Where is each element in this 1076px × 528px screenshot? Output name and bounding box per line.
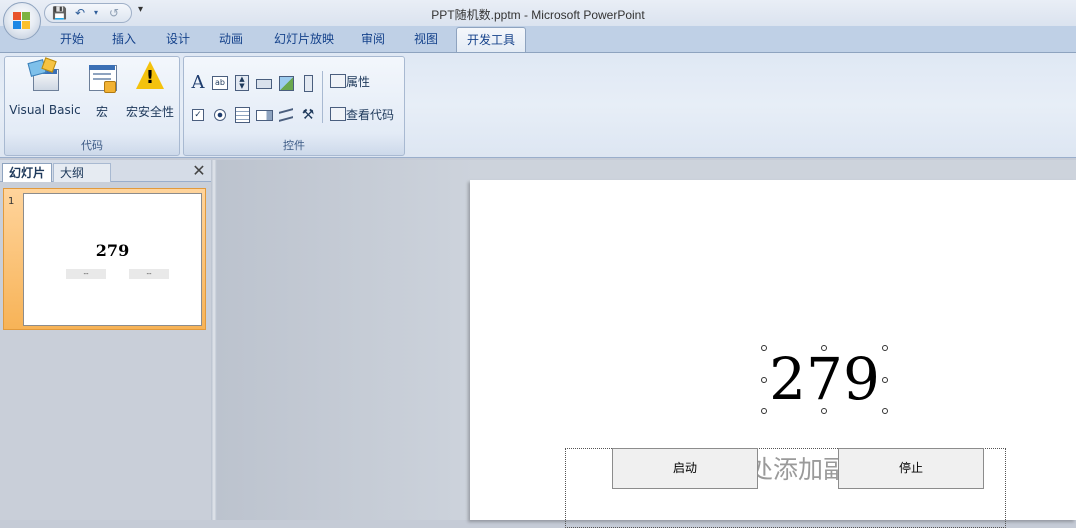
macros-icon bbox=[86, 61, 118, 93]
textbox-control-icon[interactable]: ab bbox=[211, 74, 229, 92]
tab-animations[interactable]: 动画 bbox=[209, 26, 253, 52]
thumbnail-number: 279 bbox=[95, 241, 130, 260]
tab-view[interactable]: 视图 bbox=[404, 26, 448, 52]
tab-outline[interactable]: 大纲 bbox=[53, 163, 111, 182]
resize-handle-bottom-left[interactable] bbox=[761, 408, 767, 414]
undo-dropdown-icon[interactable]: ▾ bbox=[89, 6, 103, 20]
image-control-icon[interactable] bbox=[277, 74, 295, 92]
stop-button[interactable]: 停止 bbox=[838, 448, 984, 489]
resize-handle-right[interactable] bbox=[882, 377, 888, 383]
tab-slideshow[interactable]: 幻灯片放映 bbox=[264, 26, 344, 52]
pane-tabs: 幻灯片 大纲 bbox=[0, 160, 212, 182]
thumbnail-stop-button: -- bbox=[129, 269, 169, 279]
code-group-label: 代码 bbox=[81, 139, 103, 152]
start-button[interactable]: 启动 bbox=[612, 448, 758, 489]
more-controls-icon[interactable]: ⚒ bbox=[299, 106, 317, 124]
window-title: PPT随机数.pptm - Microsoft PowerPoint bbox=[431, 8, 645, 22]
scrollbar-control-icon[interactable] bbox=[299, 74, 317, 92]
controls-group-label: 控件 bbox=[283, 139, 305, 152]
macro-security-button[interactable]: ! 宏安全性 bbox=[123, 61, 177, 121]
checkbox-control-icon[interactable]: ✓ bbox=[189, 106, 207, 124]
visual-basic-button[interactable]: Visual Basic bbox=[9, 57, 81, 121]
macro-security-warning-icon: ! bbox=[134, 61, 166, 93]
controls-separator bbox=[322, 71, 323, 123]
office-button[interactable] bbox=[3, 2, 41, 40]
slide-thumbnail[interactable]: 279 -- -- bbox=[23, 193, 202, 326]
resize-handle-top-left[interactable] bbox=[761, 345, 767, 351]
macros-label: 宏 bbox=[95, 105, 108, 119]
resize-handle-bottom[interactable] bbox=[821, 408, 827, 414]
tab-slides[interactable]: 幻灯片 bbox=[2, 163, 53, 182]
slide-number: 1 bbox=[8, 196, 15, 207]
properties-label: 属性 bbox=[346, 75, 371, 89]
ribbon-tabs: 开始 插入 设计 动画 幻灯片放映 审阅 视图 开发工具 bbox=[0, 26, 1076, 53]
resize-handle-top-right[interactable] bbox=[882, 345, 888, 351]
spin-button-icon[interactable]: ▲ ▼ bbox=[233, 74, 251, 92]
save-icon[interactable]: 💾 bbox=[52, 6, 67, 20]
visual-basic-label: Visual Basic bbox=[9, 103, 81, 117]
visual-basic-icon bbox=[27, 57, 61, 93]
quick-access-toolbar: 💾 ↶ ▾ ↺ bbox=[44, 3, 132, 23]
tab-home[interactable]: 开始 bbox=[50, 26, 94, 52]
close-icon[interactable]: ✕ bbox=[191, 163, 207, 179]
tab-developer[interactable]: 开发工具 bbox=[456, 27, 526, 53]
command-button-icon[interactable] bbox=[255, 74, 273, 92]
tab-review[interactable]: 审阅 bbox=[351, 26, 395, 52]
label-control-icon[interactable]: A bbox=[189, 74, 207, 92]
resize-handle-bottom-right[interactable] bbox=[882, 408, 888, 414]
office-logo-icon bbox=[13, 12, 31, 30]
controls-group: A ab ▲ ▼ 属性 ✓ ⚒ 查看代码 控件 bbox=[183, 56, 405, 156]
resize-handle-top[interactable] bbox=[821, 345, 827, 351]
tab-design[interactable]: 设计 bbox=[156, 26, 200, 52]
tab-insert[interactable]: 插入 bbox=[102, 26, 146, 52]
view-code-label: 查看代码 bbox=[346, 108, 395, 122]
properties-button[interactable]: 属性 bbox=[330, 73, 370, 91]
random-number: 279 bbox=[769, 345, 880, 413]
listbox-control-icon[interactable] bbox=[233, 106, 251, 124]
redo-icon[interactable]: ↺ bbox=[107, 6, 121, 20]
properties-icon bbox=[330, 74, 346, 88]
customize-dropdown-icon[interactable]: ▾ bbox=[138, 4, 143, 15]
toggle-button-icon[interactable] bbox=[277, 106, 295, 124]
ribbon: Visual Basic 宏 ! 宏安全性 代码 A ab ▲ ▼ 属性 ✓ ⚒… bbox=[0, 52, 1076, 158]
undo-icon[interactable]: ↶ bbox=[73, 6, 87, 20]
macros-button[interactable]: 宏 bbox=[85, 61, 119, 121]
resize-handle-left[interactable] bbox=[761, 377, 767, 383]
view-code-icon bbox=[330, 107, 346, 121]
code-group: Visual Basic 宏 ! 宏安全性 代码 bbox=[4, 56, 180, 156]
macro-security-label: 宏安全性 bbox=[125, 105, 174, 119]
placeholder-text: 处添加副 bbox=[748, 455, 849, 484]
thumbnail-start-button: -- bbox=[66, 269, 106, 279]
option-button-icon[interactable] bbox=[211, 106, 229, 124]
number-textbox[interactable]: 279 bbox=[761, 345, 888, 414]
combobox-control-icon[interactable] bbox=[255, 106, 273, 124]
view-code-button[interactable]: 查看代码 bbox=[330, 106, 394, 124]
